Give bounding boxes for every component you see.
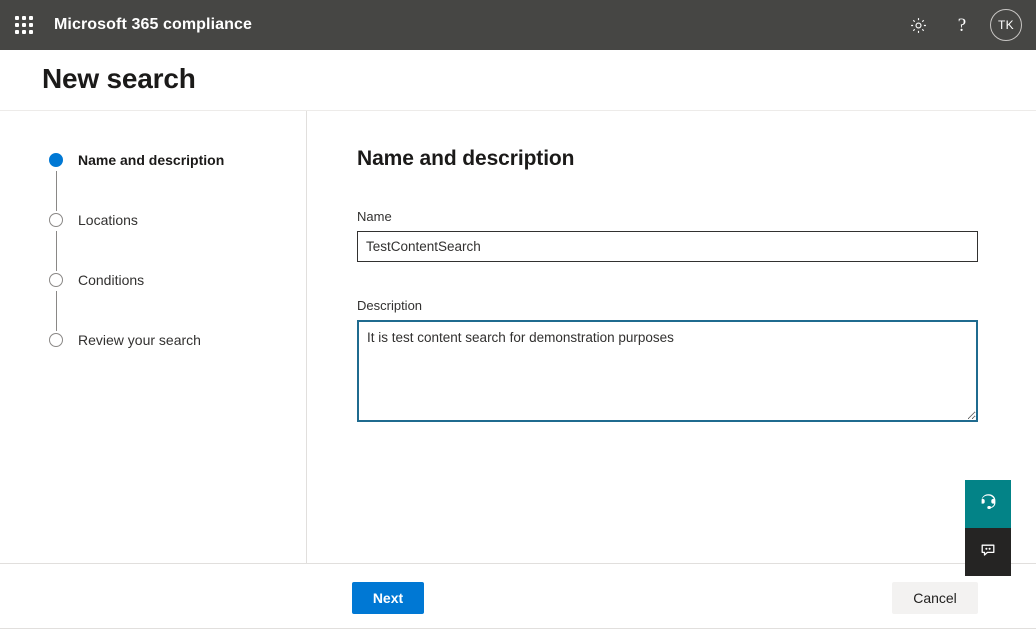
search-name-input[interactable] xyxy=(357,231,978,262)
step-connector-line xyxy=(55,171,57,211)
field-spacer xyxy=(357,262,978,298)
step-connector-line xyxy=(55,291,57,331)
next-button[interactable]: Next xyxy=(352,582,424,614)
main-content-panel: Name and description Name Description xyxy=(308,111,1036,563)
step-marker xyxy=(48,273,64,333)
top-navigation-bar: Microsoft 365 compliance ? TK xyxy=(0,0,1036,50)
sidebar-item-name-and-description[interactable]: Name and description xyxy=(48,153,306,213)
footer-action-bar: Next Cancel xyxy=(0,564,1036,628)
cancel-button[interactable]: Cancel xyxy=(892,582,978,614)
support-button[interactable] xyxy=(965,480,1011,528)
question-mark-icon[interactable]: ? xyxy=(940,0,984,50)
feedback-button[interactable] xyxy=(965,528,1011,576)
wizard-sidebar: Name and description Locations Condition… xyxy=(0,111,307,563)
name-field-label: Name xyxy=(357,209,392,224)
floating-action-stack xyxy=(965,480,1011,576)
step-dot-icon xyxy=(49,273,63,287)
step-connector-line xyxy=(55,231,57,271)
top-bar-actions: ? TK xyxy=(896,0,1036,50)
section-title: Name and description xyxy=(357,147,575,170)
description-field-label: Description xyxy=(357,298,423,313)
step-dot-icon xyxy=(49,333,63,347)
sidebar-item-label: Review your search xyxy=(78,332,201,348)
sidebar-item-conditions[interactable]: Conditions xyxy=(48,273,306,333)
gear-icon[interactable] xyxy=(896,0,940,50)
sidebar-item-locations[interactable]: Locations xyxy=(48,213,306,273)
step-marker xyxy=(48,333,64,347)
brand-title[interactable]: Microsoft 365 compliance xyxy=(54,16,252,34)
sidebar-item-label: Name and description xyxy=(78,152,225,168)
feedback-chat-bubble-icon xyxy=(978,540,998,565)
step-dot-icon xyxy=(49,213,63,227)
bottom-divider xyxy=(0,628,1036,629)
avatar[interactable]: TK xyxy=(990,9,1022,41)
sidebar-item-review-your-search[interactable]: Review your search xyxy=(48,333,306,355)
headset-icon xyxy=(978,492,998,517)
waffle-grid xyxy=(15,16,33,34)
app-launcher-waffle-icon[interactable] xyxy=(0,0,48,50)
step-marker xyxy=(48,213,64,273)
help-glyph: ? xyxy=(957,14,967,36)
search-description-textarea[interactable] xyxy=(357,320,978,422)
sidebar-item-label: Locations xyxy=(78,212,138,228)
wizard-step-list: Name and description Locations Condition… xyxy=(48,153,306,355)
step-dot-active-icon xyxy=(49,153,63,167)
step-marker xyxy=(48,153,64,213)
sidebar-item-label: Conditions xyxy=(78,272,145,288)
page-title: New search xyxy=(42,63,196,94)
